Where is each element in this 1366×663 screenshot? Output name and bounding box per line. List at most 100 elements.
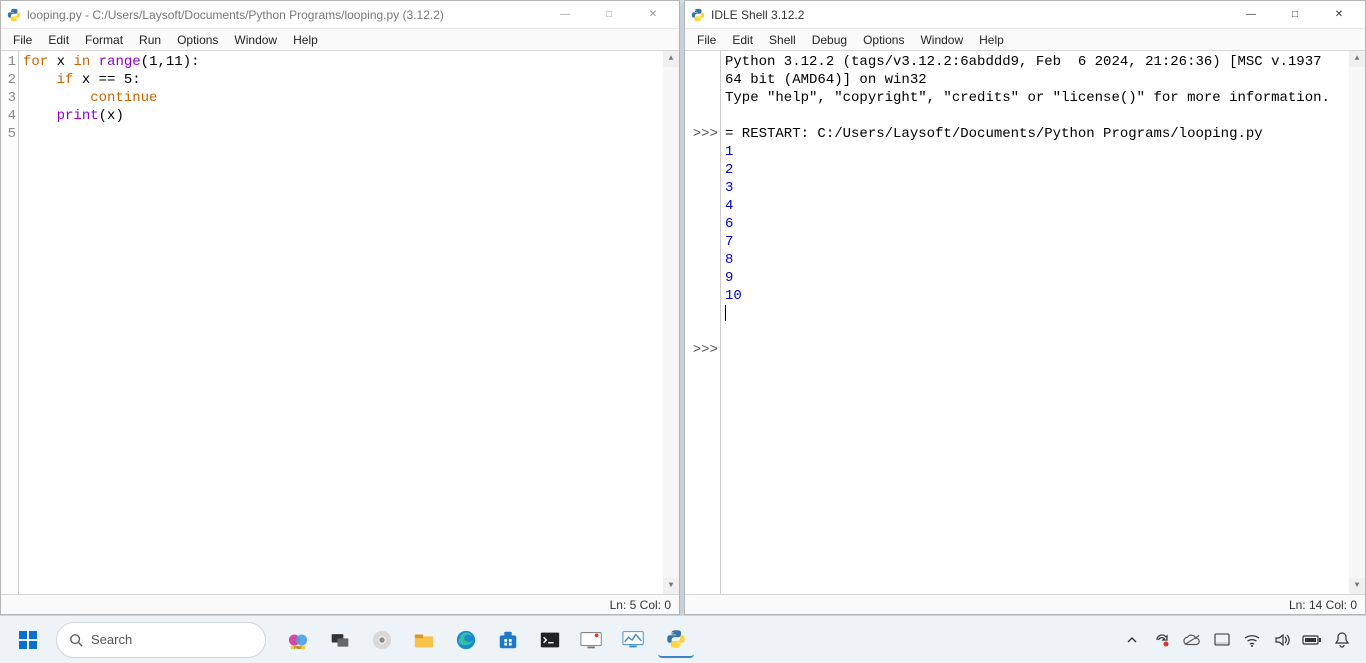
system-tray bbox=[1122, 630, 1358, 650]
output-line: 7 bbox=[725, 234, 733, 250]
python-help-line: Type "help", "copyright", "credits" or "… bbox=[725, 90, 1330, 106]
shell-titlebar[interactable]: IDLE Shell 3.12.2 — □ ✕ bbox=[685, 1, 1365, 29]
fn-range: range bbox=[90, 54, 140, 70]
output-line: 4 bbox=[725, 198, 733, 214]
shell-prompt-gutter: >>> >>> bbox=[685, 51, 721, 594]
shell-scrollbar[interactable]: ▲ ▼ bbox=[1349, 51, 1365, 594]
line-number: 3 bbox=[1, 89, 16, 107]
scroll-track[interactable] bbox=[1349, 67, 1365, 578]
output-line: 8 bbox=[725, 252, 733, 268]
python-banner: Python 3.12.2 (tags/v3.12.2:6abddd9, Feb… bbox=[725, 54, 1330, 88]
shell-area[interactable]: >>> >>> Python 3.12.2 (tags/v3.12.2:6abd… bbox=[685, 51, 1365, 594]
shell-prompt: >>> bbox=[687, 125, 718, 143]
scroll-track[interactable] bbox=[663, 67, 679, 578]
terminal-icon[interactable] bbox=[532, 622, 568, 658]
cursor-position: Ln: 5 Col: 0 bbox=[610, 598, 671, 612]
output-line: 2 bbox=[725, 162, 733, 178]
editor-statusbar: Ln: 5 Col: 0 bbox=[1, 594, 679, 614]
language-icon[interactable] bbox=[1212, 630, 1232, 650]
menu-edit[interactable]: Edit bbox=[724, 31, 761, 49]
task-view-icon[interactable] bbox=[322, 622, 358, 658]
desktop: looping.py - C:/Users/Laysoft/Documents/… bbox=[0, 0, 1366, 663]
battery-icon[interactable] bbox=[1302, 630, 1322, 650]
volume-icon[interactable] bbox=[1272, 630, 1292, 650]
menu-debug[interactable]: Debug bbox=[804, 31, 855, 49]
menu-edit[interactable]: Edit bbox=[40, 31, 77, 49]
code-text[interactable]: for x in range(1,11): if x == 5: continu… bbox=[19, 51, 663, 594]
edge-icon[interactable] bbox=[448, 622, 484, 658]
taskbar: Search PRE bbox=[0, 615, 1366, 663]
microsoft-store-icon[interactable] bbox=[490, 622, 526, 658]
wifi-icon[interactable] bbox=[1242, 630, 1262, 650]
editor-window-controls: — □ ✕ bbox=[543, 1, 675, 29]
svg-text:PRE: PRE bbox=[294, 646, 302, 650]
editor-titlebar[interactable]: looping.py - C:/Users/Laysoft/Documents/… bbox=[1, 1, 679, 29]
shell-window-controls: — □ ✕ bbox=[1229, 1, 1361, 29]
menu-shell[interactable]: Shell bbox=[761, 31, 804, 49]
maximize-button[interactable]: □ bbox=[587, 1, 631, 29]
scroll-down-button[interactable]: ▼ bbox=[663, 578, 679, 594]
scroll-up-button[interactable]: ▲ bbox=[663, 51, 679, 67]
editor-scrollbar[interactable]: ▲ ▼ bbox=[663, 51, 679, 594]
maximize-button[interactable]: □ bbox=[1273, 1, 1317, 29]
scroll-down-button[interactable]: ▼ bbox=[1349, 578, 1365, 594]
menu-file[interactable]: File bbox=[5, 31, 40, 49]
taskbar-search[interactable]: Search bbox=[56, 622, 266, 658]
menu-window[interactable]: Window bbox=[226, 31, 285, 49]
minimize-button[interactable]: — bbox=[543, 1, 587, 29]
editor-menubar: File Edit Format Run Options Window Help bbox=[1, 29, 679, 51]
menu-options[interactable]: Options bbox=[855, 31, 912, 49]
onedrive-icon[interactable] bbox=[1182, 630, 1202, 650]
menu-help[interactable]: Help bbox=[971, 31, 1012, 49]
restart-line: = RESTART: C:/Users/Laysoft/Documents/Py… bbox=[725, 126, 1263, 142]
output-line: 10 bbox=[725, 288, 742, 304]
fn-print: print bbox=[57, 108, 99, 124]
idle-editor-window: looping.py - C:/Users/Laysoft/Documents/… bbox=[0, 0, 680, 615]
minimize-button[interactable]: — bbox=[1229, 1, 1273, 29]
copilot-icon[interactable]: PRE bbox=[280, 622, 316, 658]
cursor-position: Ln: 14 Col: 0 bbox=[1289, 598, 1357, 612]
menu-format[interactable]: Format bbox=[77, 31, 131, 49]
taskbar-pinned-apps: PRE bbox=[280, 622, 694, 658]
output-line: 9 bbox=[725, 270, 733, 286]
shell-title: IDLE Shell 3.12.2 bbox=[711, 8, 1229, 22]
editor-area[interactable]: 1 2 3 4 5 for x in range(1,11): if x == … bbox=[1, 51, 679, 594]
shell-output[interactable]: Python 3.12.2 (tags/v3.12.2:6abddd9, Feb… bbox=[721, 51, 1349, 594]
menu-window[interactable]: Window bbox=[912, 31, 971, 49]
chrome-icon[interactable] bbox=[364, 622, 400, 658]
line-number: 1 bbox=[1, 53, 16, 71]
kw-if: if bbox=[57, 72, 74, 88]
file-explorer-icon[interactable] bbox=[406, 622, 442, 658]
search-placeholder: Search bbox=[91, 632, 132, 647]
kw-for: for bbox=[23, 54, 48, 70]
python-icon bbox=[7, 8, 21, 22]
output-line: 3 bbox=[725, 180, 733, 196]
notification-bell-icon[interactable] bbox=[1332, 630, 1352, 650]
text-cursor bbox=[725, 305, 726, 321]
kw-continue: continue bbox=[90, 90, 157, 106]
shell-statusbar: Ln: 14 Col: 0 bbox=[685, 594, 1365, 614]
search-icon bbox=[69, 633, 83, 647]
kw-in: in bbox=[73, 54, 90, 70]
menu-options[interactable]: Options bbox=[169, 31, 226, 49]
output-line: 6 bbox=[725, 216, 733, 232]
scroll-up-button[interactable]: ▲ bbox=[1349, 51, 1365, 67]
start-button[interactable] bbox=[8, 620, 48, 660]
idle-app-icon[interactable] bbox=[658, 622, 694, 658]
shell-prompt: >>> bbox=[687, 341, 718, 359]
line-number: 4 bbox=[1, 107, 16, 125]
close-button[interactable]: ✕ bbox=[1317, 1, 1361, 29]
sync-icon[interactable] bbox=[1152, 630, 1172, 650]
shell-menubar: File Edit Shell Debug Options Window Hel… bbox=[685, 29, 1365, 51]
tray-chevron-icon[interactable] bbox=[1122, 630, 1142, 650]
line-number: 2 bbox=[1, 71, 16, 89]
menu-help[interactable]: Help bbox=[285, 31, 326, 49]
menu-run[interactable]: Run bbox=[131, 31, 169, 49]
line-number: 5 bbox=[1, 125, 16, 143]
screen-recorder-icon[interactable] bbox=[574, 622, 610, 658]
output-line: 1 bbox=[725, 144, 733, 160]
menu-file[interactable]: File bbox=[689, 31, 724, 49]
monitor-icon[interactable] bbox=[616, 622, 652, 658]
close-button[interactable]: ✕ bbox=[631, 1, 675, 29]
line-number-gutter: 1 2 3 4 5 bbox=[1, 51, 19, 594]
